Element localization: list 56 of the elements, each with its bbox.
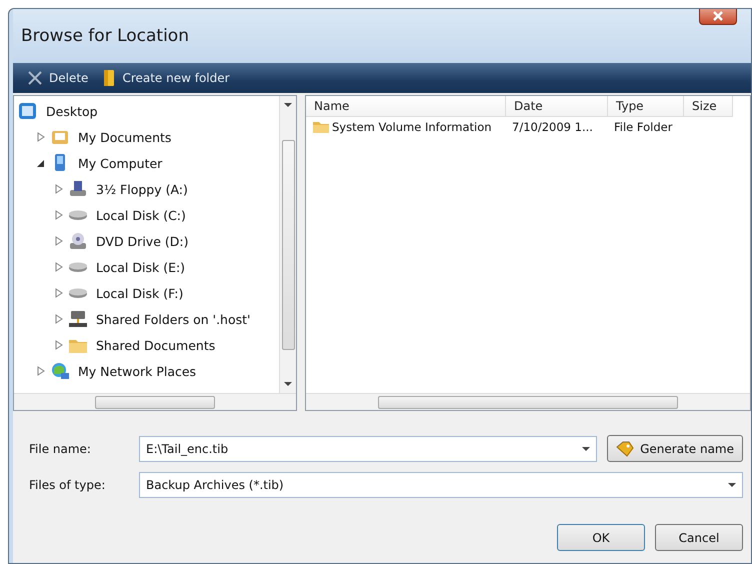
tree-item[interactable]: 3½ Floppy (A:) [96,182,188,196]
generate-name-button[interactable]: Generate name [607,435,743,462]
tree-item[interactable]: Shared Folders on '.host' [96,312,250,326]
column-header[interactable]: Name [306,96,506,117]
tree-item[interactable]: My Computer [78,156,162,170]
desktop-icon [18,101,38,121]
horizontal-scrollbar[interactable] [14,393,296,410]
field-label: File name: [29,442,92,456]
vertical-scrollbar[interactable] [279,96,296,393]
network-share-icon [68,309,88,329]
expand-arrow-icon[interactable] [54,262,64,272]
scroll-down-icon [284,381,292,387]
tree-item[interactable]: Local Disk (E:) [96,260,186,274]
close-button[interactable] [699,9,737,25]
folder-icon [312,120,330,134]
column-header[interactable]: Date [506,96,608,117]
tree-item[interactable]: DVD Drive (D:) [96,234,188,248]
column-header[interactable]: Size [684,96,733,117]
table-cell: System Volume Information [306,120,506,134]
expand-arrow-icon[interactable] [54,340,64,350]
close-icon [712,11,724,21]
expand-arrow-icon[interactable] [54,210,64,220]
disc-drive-icon [68,231,88,251]
tree-item[interactable]: Local Disk (F:) [96,286,184,300]
tree-item[interactable]: My Network Places [78,364,196,378]
expand-arrow-icon[interactable] [54,288,64,298]
network-icon [50,361,70,381]
dropdown-caret-icon [728,482,736,488]
toolbar-button[interactable]: Delete [27,71,88,85]
expand-arrow-icon[interactable] [54,184,64,194]
folder-icon [102,69,116,87]
tree-item[interactable]: My Documents [78,130,172,144]
scroll-up-icon [284,102,292,108]
tag-icon [616,440,634,456]
dialog-button[interactable]: Cancel [655,524,743,551]
expand-arrow-icon[interactable] [54,236,64,246]
horizontal-scrollbar[interactable] [306,393,750,410]
table-cell-text: 7/10/2009 1... [511,120,594,134]
column-header[interactable]: Type [608,96,684,117]
dropdown-caret-icon [582,446,590,452]
file-name-field[interactable]: E:\Tail_enc.tib [139,436,598,462]
expand-arrow-icon[interactable] [36,132,46,142]
floppy-drive-icon [68,179,88,199]
table-cell-text: File Folder [613,120,674,134]
field-label: Files of type: [29,478,106,492]
expand-arrow-icon[interactable] [36,366,46,376]
tree-item[interactable]: Local Disk (C:) [96,208,186,222]
expand-arrow-icon[interactable] [54,314,64,324]
dialog-button[interactable]: OK [557,524,645,551]
tree-item[interactable]: Shared Documents [96,338,216,352]
tree-item[interactable]: Desktop [46,104,98,118]
window-title: Browse for Location [21,26,189,46]
collapse-arrow-icon[interactable] [36,158,46,168]
toolbar-button[interactable]: Create new folder [102,69,230,87]
file-type-dropdown[interactable]: Backup Archives (*.tib) [139,472,743,498]
close-icon [27,71,43,85]
